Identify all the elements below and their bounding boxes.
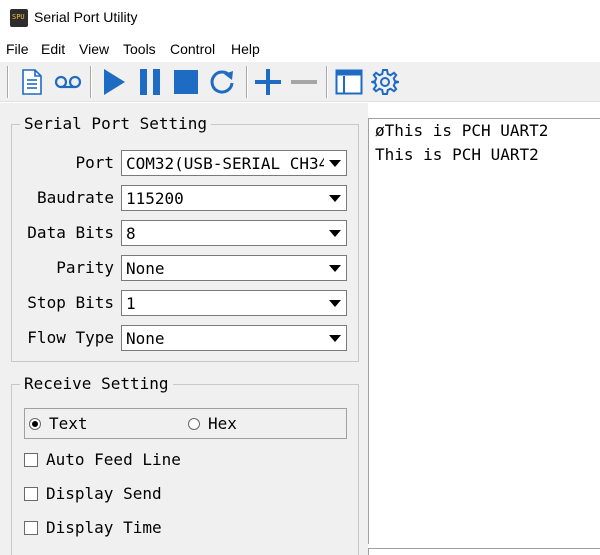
stop-icon bbox=[174, 70, 198, 94]
stop-bits-value: 1 bbox=[126, 294, 136, 313]
menu-bar: File Edit View Tools Control Help bbox=[0, 38, 600, 62]
checkbox-icon[interactable] bbox=[24, 486, 38, 501]
menu-help[interactable]: Help bbox=[231, 41, 260, 57]
title-bar: SPU Serial Port Utility bbox=[0, 0, 600, 38]
menu-file[interactable]: File bbox=[6, 41, 29, 57]
refresh-button[interactable] bbox=[206, 66, 238, 98]
chevron-down-icon[interactable] bbox=[325, 222, 345, 244]
port-label: Port bbox=[75, 153, 114, 172]
refresh-icon bbox=[210, 70, 234, 94]
receive-line: øThis is PCH UART2 bbox=[375, 121, 549, 140]
record-button[interactable] bbox=[52, 66, 84, 98]
receive-line: This is PCH UART2 bbox=[375, 145, 539, 164]
window-title: Serial Port Utility bbox=[34, 9, 138, 25]
radio-hex-label: Hex bbox=[208, 414, 237, 433]
send-input-area[interactable] bbox=[368, 548, 600, 555]
radio-text-label: Text bbox=[49, 414, 88, 433]
parity-value: None bbox=[126, 259, 165, 278]
baudrate-label: Baudrate bbox=[36, 188, 114, 207]
window-icon bbox=[335, 69, 363, 95]
data-bits-select[interactable]: 8 bbox=[121, 220, 347, 246]
play-icon bbox=[104, 69, 125, 95]
data-bits-value: 8 bbox=[126, 224, 136, 243]
chevron-down-icon[interactable] bbox=[325, 327, 345, 349]
display-time-checkbox[interactable]: Display Time bbox=[24, 518, 162, 537]
chevron-down-icon[interactable] bbox=[325, 152, 345, 174]
radio-checked-icon[interactable] bbox=[29, 417, 41, 430]
baudrate-value: 115200 bbox=[126, 189, 184, 208]
flow-type-select[interactable]: None bbox=[121, 325, 347, 351]
auto-feed-line-label: Auto Feed Line bbox=[46, 450, 181, 469]
stop-bits-select[interactable]: 1 bbox=[121, 290, 347, 316]
checkbox-icon[interactable] bbox=[24, 452, 38, 467]
stop-button[interactable] bbox=[170, 66, 202, 98]
pause-icon bbox=[140, 69, 160, 95]
baudrate-select[interactable]: 115200 bbox=[121, 185, 347, 211]
toolbar bbox=[0, 62, 600, 102]
add-button[interactable] bbox=[252, 66, 284, 98]
parity-select[interactable]: None bbox=[121, 255, 347, 281]
receive-output-area[interactable]: øThis is PCH UART2 This is PCH UART2 bbox=[368, 118, 600, 544]
port-value: COM32(USB-SERIAL CH340) bbox=[126, 154, 324, 173]
stop-bits-label: Stop Bits bbox=[27, 293, 114, 312]
radio-hex[interactable]: Hex bbox=[188, 414, 237, 433]
checkbox-icon[interactable] bbox=[24, 520, 38, 535]
auto-feed-line-checkbox[interactable]: Auto Feed Line bbox=[24, 450, 181, 469]
parity-label: Parity bbox=[56, 258, 114, 277]
toolbar-grip bbox=[7, 66, 9, 98]
display-send-checkbox[interactable]: Display Send bbox=[24, 484, 162, 503]
settings-panel: Serial Port Setting Port COM32(USB-SERIA… bbox=[0, 103, 368, 555]
receive-setting-title: Receive Setting bbox=[20, 374, 173, 393]
new-document-icon bbox=[22, 69, 42, 95]
flow-type-label: Flow Type bbox=[27, 328, 114, 347]
radio-text[interactable]: Text bbox=[29, 414, 88, 433]
port-select[interactable]: COM32(USB-SERIAL CH340) bbox=[121, 150, 347, 176]
pause-button[interactable] bbox=[134, 66, 166, 98]
menu-edit[interactable]: Edit bbox=[41, 41, 65, 57]
radio-unchecked-icon[interactable] bbox=[188, 417, 200, 430]
settings-button[interactable] bbox=[369, 66, 401, 98]
toolbar-separator bbox=[90, 66, 92, 98]
plus-icon bbox=[255, 69, 281, 95]
chevron-down-icon[interactable] bbox=[325, 187, 345, 209]
toolbar-separator bbox=[246, 66, 248, 98]
data-bits-label: Data Bits bbox=[27, 223, 114, 242]
display-send-label: Display Send bbox=[46, 484, 162, 503]
menu-control[interactable]: Control bbox=[170, 41, 215, 57]
menu-view[interactable]: View bbox=[79, 41, 109, 57]
play-button[interactable] bbox=[98, 66, 130, 98]
flow-type-value: None bbox=[126, 329, 165, 348]
new-document-button[interactable] bbox=[16, 66, 48, 98]
chevron-down-icon[interactable] bbox=[325, 257, 345, 279]
app-logo-icon: SPU bbox=[10, 9, 28, 27]
chevron-down-icon[interactable] bbox=[325, 292, 345, 314]
toolbar-separator bbox=[326, 66, 328, 98]
serial-port-setting-title: Serial Port Setting bbox=[20, 114, 212, 133]
window-button[interactable] bbox=[333, 66, 365, 98]
display-time-label: Display Time bbox=[46, 518, 162, 537]
minus-icon bbox=[291, 80, 317, 84]
record-icon bbox=[54, 75, 82, 89]
remove-button[interactable] bbox=[288, 66, 320, 98]
menu-tools[interactable]: Tools bbox=[123, 41, 156, 57]
gear-icon bbox=[371, 69, 399, 95]
